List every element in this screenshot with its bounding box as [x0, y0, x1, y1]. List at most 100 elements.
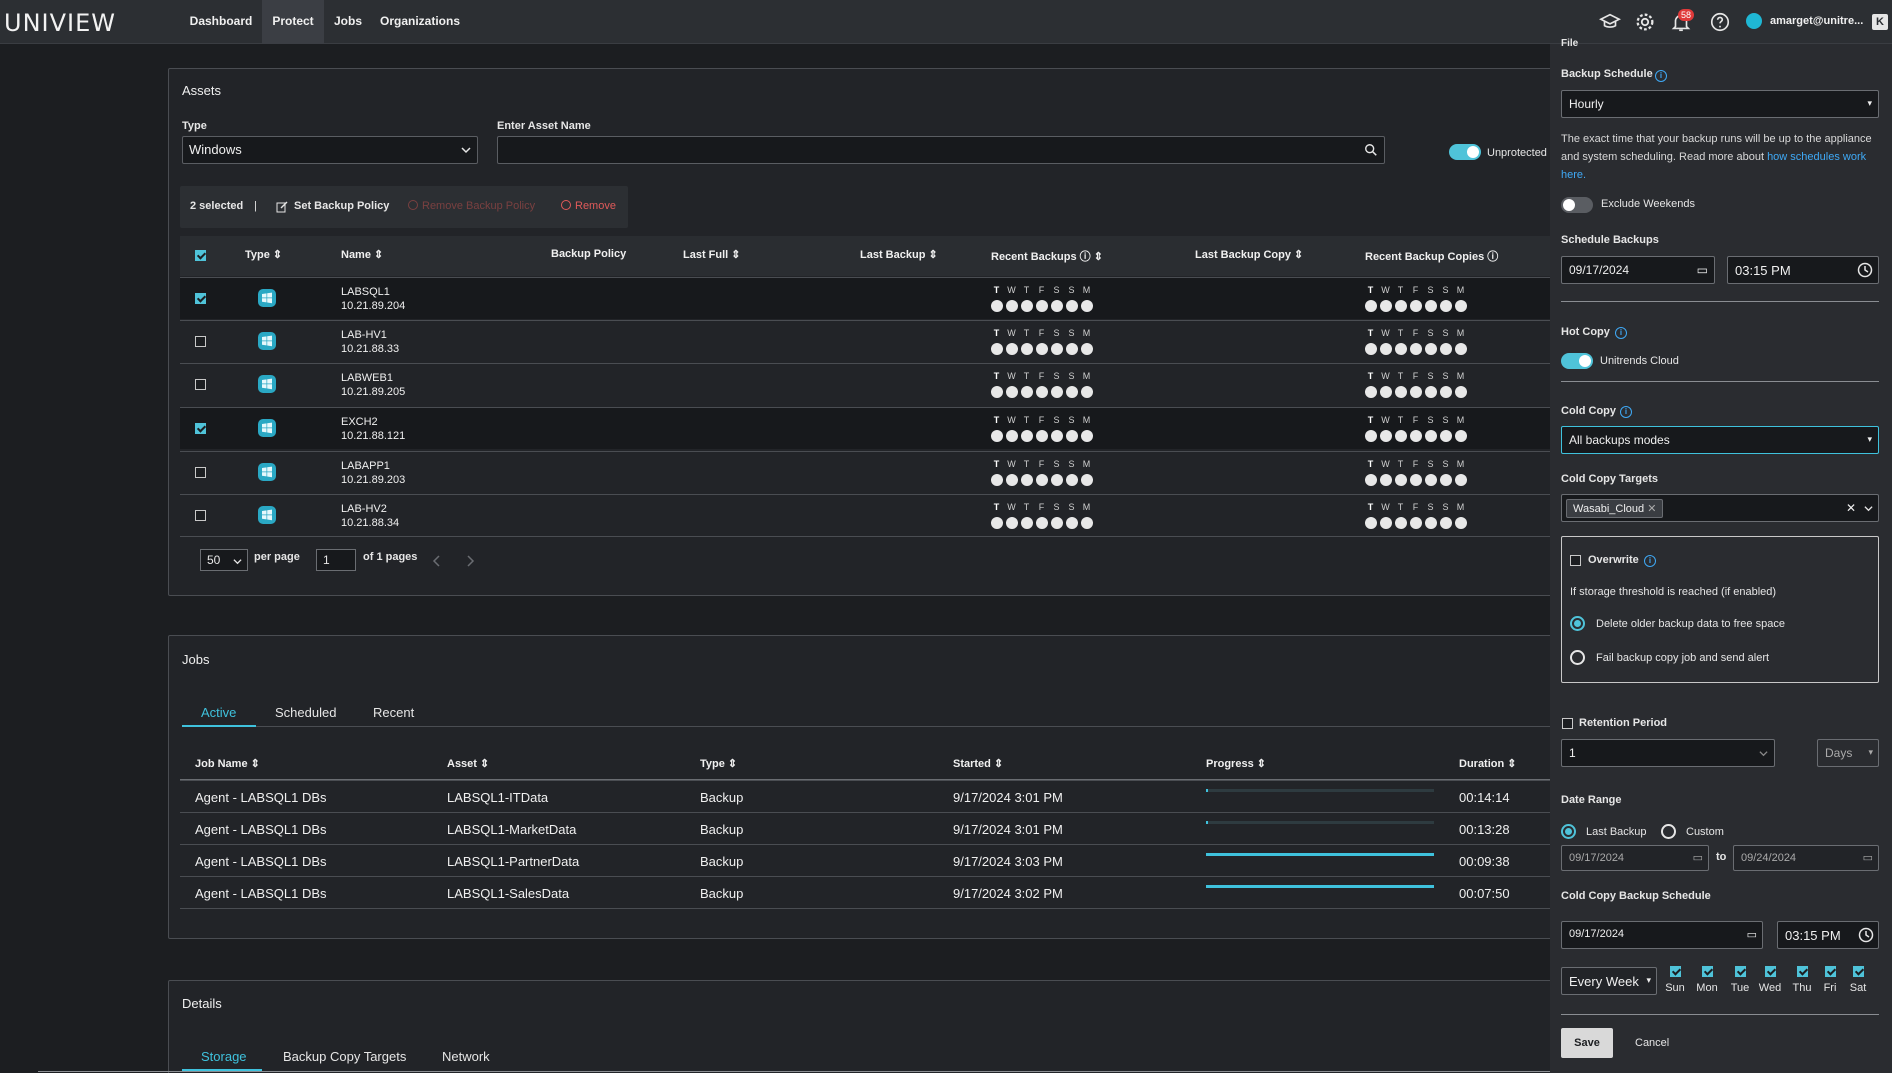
range-custom-radio[interactable]: [1661, 824, 1676, 839]
table-row[interactable]: Agent - LABSQL1 DBs LABSQL1-MarketData Bac…: [180, 812, 1550, 844]
user-avatar[interactable]: [1746, 13, 1762, 29]
asset-name[interactable]: LABAPP1: [341, 459, 390, 473]
row-checkbox[interactable]: [195, 467, 206, 478]
weekday-checkbox[interactable]: [1764, 966, 1776, 977]
asset-name[interactable]: LAB-HV2: [341, 502, 387, 516]
weekday-checkbox[interactable]: [1669, 966, 1681, 977]
table-row[interactable]: LABWEB1 10.21.89.205 T W T F S S M T W T F S S M: [180, 363, 1550, 405]
asset-name-input[interactable]: [497, 136, 1385, 164]
hot-copy-info-icon[interactable]: i: [1615, 327, 1627, 339]
schedule-date-input[interactable]: 09/17/2024 ▭: [1561, 256, 1715, 284]
weekday-checkbox[interactable]: [1796, 966, 1808, 977]
row-checkbox[interactable]: [195, 336, 206, 347]
tab-recent[interactable]: Recent: [373, 705, 414, 720]
backup-schedule-select[interactable]: Hourly ▾: [1561, 90, 1879, 118]
asset-name[interactable]: LABSQL1: [341, 285, 390, 299]
weekday-sun[interactable]: Sun: [1658, 966, 1692, 994]
chevron-down-icon[interactable]: [1864, 504, 1873, 513]
cancel-button[interactable]: Cancel: [1635, 1037, 1669, 1049]
range-from-input[interactable]: 09/17/2024 ▭: [1561, 845, 1709, 871]
row-checkbox[interactable]: [195, 379, 206, 390]
table-row[interactable]: LAB-HV2 10.21.88.34 T W T F S S M T W T F S S M: [180, 494, 1550, 536]
row-checkbox[interactable]: [195, 293, 206, 304]
tab-storage[interactable]: Storage: [201, 1049, 247, 1064]
fail-job-radio[interactable]: [1570, 650, 1585, 665]
set-backup-policy-button[interactable]: Set Backup Policy: [294, 200, 389, 212]
col-last-backup-copy[interactable]: Last Backup Copy ⇕: [1195, 248, 1303, 261]
select-all-checkbox[interactable]: [195, 250, 206, 261]
clock-icon[interactable]: [1857, 262, 1873, 278]
range-last-backup-radio[interactable]: [1561, 824, 1576, 839]
type-select[interactable]: Windows: [182, 136, 478, 164]
calendar-icon[interactable]: ▭: [1693, 851, 1703, 864]
col-recent-backups[interactable]: Recent Backups ⓘ ⇕: [991, 248, 1103, 264]
table-row[interactable]: Agent - LABSQL1 DBs LABSQL1-SalesData Back…: [180, 876, 1550, 908]
search-icon[interactable]: [1364, 143, 1378, 157]
col-progress[interactable]: Progress ⇕: [1206, 757, 1266, 770]
exclude-weekends-toggle[interactable]: [1561, 197, 1593, 213]
weekday-wed[interactable]: Wed: [1753, 966, 1787, 994]
delete-older-radio[interactable]: [1570, 616, 1585, 631]
range-to-input[interactable]: 09/24/2024 ▭: [1733, 845, 1879, 871]
overwrite-checkbox[interactable]: [1570, 555, 1581, 566]
table-row[interactable]: Agent - LABSQL1 DBs LABSQL1-PartnerData Ba…: [180, 844, 1550, 876]
col-last-backup[interactable]: Last Backup ⇕: [860, 248, 938, 261]
table-row[interactable]: LABSQL1 10.21.89.204 T W T F S S M T W T F S S M: [180, 277, 1550, 319]
calendar-icon[interactable]: ▭: [1747, 928, 1757, 941]
user-email[interactable]: amarget@unitre...: [1770, 15, 1863, 27]
cold-copy-targets-select[interactable]: Wasabi_Cloud ✕ ✕: [1561, 494, 1879, 522]
weekday-mon[interactable]: Mon: [1690, 966, 1724, 994]
weekday-checkbox[interactable]: [1852, 966, 1864, 977]
retention-unit-select[interactable]: Days ▾: [1817, 739, 1879, 767]
col-asset[interactable]: Asset ⇕: [447, 757, 489, 770]
collapse-panel-icon[interactable]: K: [1872, 14, 1888, 30]
unprotected-toggle[interactable]: [1449, 144, 1481, 160]
gear-icon[interactable]: [1634, 11, 1656, 33]
row-checkbox[interactable]: [195, 510, 206, 521]
per-page-select[interactable]: 50: [200, 549, 248, 571]
save-button[interactable]: Save: [1561, 1028, 1613, 1058]
nav-organizations[interactable]: Organizations: [372, 0, 468, 44]
table-row[interactable]: Agent - LABSQL1 DBs LABSQL1-ITData Backup 9…: [180, 780, 1550, 812]
col-duration[interactable]: Duration ⇕: [1459, 757, 1517, 770]
tab-backup-copy-targets[interactable]: Backup Copy Targets: [283, 1049, 406, 1064]
tab-network[interactable]: Network: [442, 1049, 490, 1064]
chip-remove-icon[interactable]: ✕: [1647, 503, 1656, 515]
col-job-name[interactable]: Job Name ⇕: [195, 757, 260, 770]
col-type[interactable]: Type ⇕: [245, 248, 282, 261]
next-page-icon[interactable]: [465, 555, 475, 567]
schedule-time-input[interactable]: 03:15 PM: [1727, 256, 1879, 284]
calendar-icon[interactable]: ▭: [1697, 263, 1708, 277]
weekday-checkbox[interactable]: [1734, 966, 1746, 977]
nav-dashboard[interactable]: Dashboard: [180, 0, 262, 44]
table-row[interactable]: LABAPP1 10.21.89.203 T W T F S S M T W T F S S M: [180, 451, 1550, 493]
weekday-checkbox[interactable]: [1824, 966, 1836, 977]
table-row[interactable]: EXCH2 10.21.88.121 T W T F S S M T W T F S S M: [180, 407, 1550, 449]
cold-copy-select[interactable]: All backups modes ▾: [1561, 426, 1879, 454]
row-checkbox[interactable]: [195, 423, 206, 434]
retention-checkbox[interactable]: [1562, 718, 1573, 729]
help-icon[interactable]: [1709, 11, 1731, 33]
cold-copy-info-icon[interactable]: i: [1620, 406, 1632, 418]
asset-name[interactable]: EXCH2: [341, 415, 378, 429]
page-input[interactable]: 1: [316, 549, 356, 571]
table-row[interactable]: LAB-HV1 10.21.88.33 T W T F S S M T W T F S S M: [180, 320, 1550, 362]
backup-schedule-info-icon[interactable]: i: [1655, 70, 1667, 82]
tab-active[interactable]: Active: [201, 705, 236, 720]
weekday-sat[interactable]: Sat: [1841, 966, 1875, 994]
asset-name[interactable]: LABWEB1: [341, 371, 393, 385]
col-recent-backup-copies[interactable]: Recent Backup Copies ⓘ: [1365, 248, 1498, 264]
nav-protect[interactable]: Protect: [262, 0, 324, 44]
weekday-checkbox[interactable]: [1701, 966, 1713, 977]
uniview-logo[interactable]: UNIVIEW: [4, 9, 116, 37]
tab-scheduled[interactable]: Scheduled: [275, 705, 336, 720]
clock-icon[interactable]: [1858, 927, 1874, 943]
asset-name[interactable]: LAB-HV1: [341, 328, 387, 342]
remove-backup-policy-button[interactable]: Remove Backup Policy: [422, 200, 535, 212]
nav-jobs[interactable]: Jobs: [324, 0, 372, 44]
weekday-tue[interactable]: Tue: [1723, 966, 1757, 994]
retention-value-select[interactable]: 1: [1561, 739, 1775, 767]
overwrite-info-icon[interactable]: i: [1644, 555, 1656, 567]
frequency-select[interactable]: Every Week ▾: [1561, 967, 1657, 995]
graduation-cap-icon[interactable]: [1599, 11, 1621, 33]
